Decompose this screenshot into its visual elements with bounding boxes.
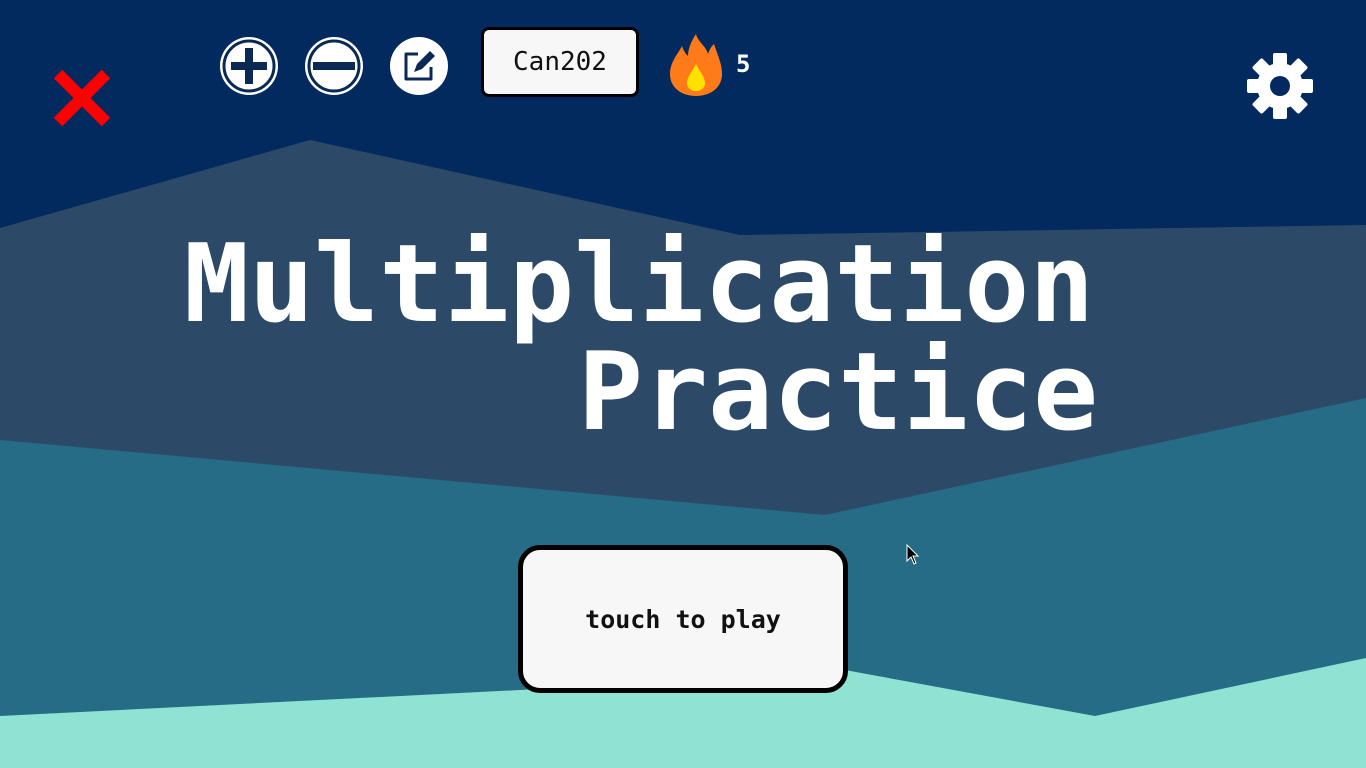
streak-count: 5 (736, 50, 751, 78)
flame-icon (670, 34, 722, 96)
play-button[interactable]: touch to play (518, 545, 848, 693)
edit-icon (404, 51, 435, 81)
title-line-1: Multiplication (184, 222, 1095, 347)
minus-circle-icon (307, 39, 361, 93)
username-field[interactable]: Can202 (481, 27, 639, 97)
play-button-label: touch to play (585, 604, 781, 634)
plus-circle-icon (222, 39, 276, 93)
title-line-2: Practice (578, 330, 1099, 455)
username-text: Can202 (513, 47, 607, 77)
mouse-cursor-icon (906, 544, 920, 565)
add-button[interactable] (220, 37, 278, 95)
edit-button[interactable] (390, 37, 448, 95)
gear-icon (1247, 53, 1313, 119)
close-button[interactable] (50, 66, 114, 130)
remove-button[interactable] (305, 37, 363, 95)
game-screen: Can202 5 Multiplication Practice touch t… (0, 0, 1366, 768)
close-x-icon (53, 69, 111, 127)
settings-button[interactable] (1246, 52, 1314, 120)
